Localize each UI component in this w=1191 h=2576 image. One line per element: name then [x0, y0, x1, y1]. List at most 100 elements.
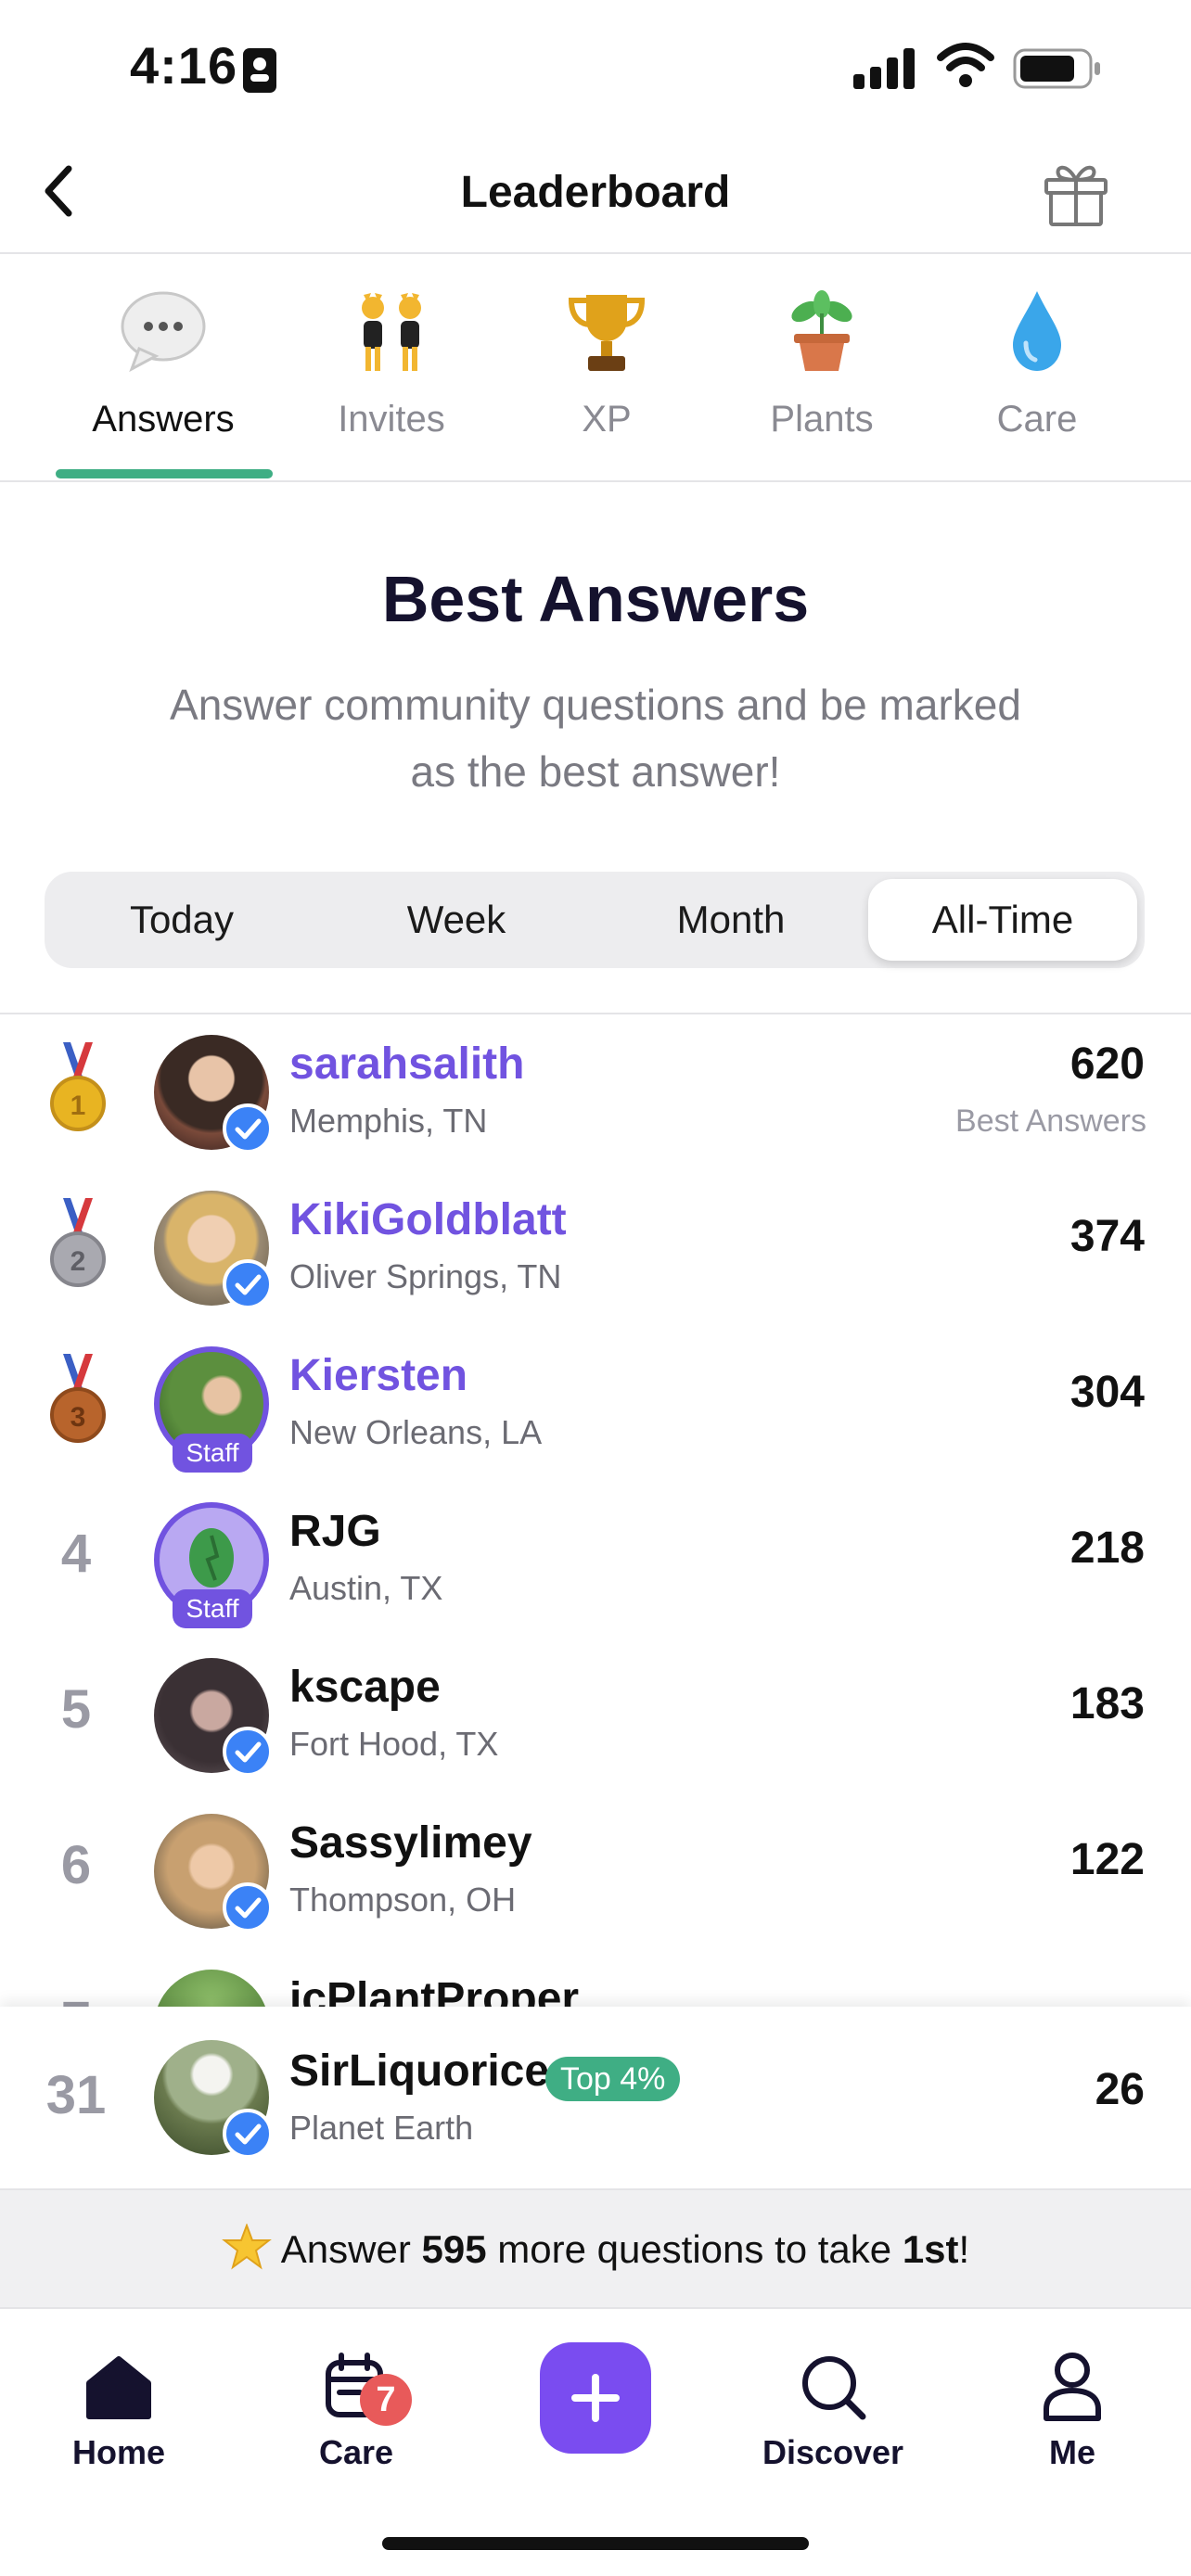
user-location: New Orleans, LA	[289, 1413, 543, 1451]
star-icon	[221, 2223, 272, 2270]
verified-badge-icon	[223, 1727, 273, 1777]
verified-badge-icon	[223, 1259, 273, 1309]
section-title: Best Answers	[381, 563, 810, 635]
user-location: Austin, TX	[289, 1569, 443, 1607]
section-subtitle: Answer community questions and be marked…	[121, 671, 1070, 805]
nav-discover[interactable]: Discover	[740, 2352, 926, 2481]
nav-home-label: Home	[71, 2433, 166, 2471]
score: 122	[1069, 1835, 1145, 1884]
user-location: Oliver Springs, TN	[289, 1257, 562, 1295]
username[interactable]: Sassylimey	[289, 1817, 532, 1868]
tab-care[interactable]: Care	[929, 256, 1145, 482]
cellular-signal-icon	[853, 46, 918, 89]
tab-care-label: Care	[996, 399, 1078, 440]
username[interactable]: Kiersten	[289, 1350, 467, 1401]
staff-badge: Staff	[173, 1589, 252, 1628]
speech-bubble-icon	[121, 291, 206, 373]
top-bar: Leaderboard	[0, 139, 1191, 254]
tab-answers-label: Answers	[92, 399, 235, 440]
banner-count: 595	[421, 2227, 487, 2271]
nav-care-label: Care	[318, 2433, 394, 2471]
verified-badge-icon	[223, 2109, 273, 2159]
status-bar: 4:16	[0, 0, 1191, 139]
verified-badge-icon	[223, 1882, 273, 1932]
leaderboard-row[interactable]: 5 kscape Fort Hood, TX 183	[0, 1638, 1191, 1793]
tab-plants[interactable]: Plants	[714, 256, 929, 482]
svg-text:3: 3	[70, 1402, 86, 1433]
score: 26	[1095, 2065, 1145, 2114]
period-selector: Today Week Month All-Time	[45, 872, 1145, 968]
score: 183	[1069, 1679, 1145, 1728]
period-all-time[interactable]: All-Time	[868, 879, 1137, 961]
gift-icon[interactable]	[1041, 158, 1111, 228]
username[interactable]: KikiGoldblatt	[289, 1194, 567, 1245]
user-location: Memphis, TN	[289, 1102, 488, 1140]
progress-message: Answer 595 more questions to take 1st!	[0, 2223, 1191, 2272]
banner-target: 1st	[902, 2227, 959, 2271]
leaderboard-row[interactable]: 6 Sassylimey Thompson, OH 122	[0, 1793, 1191, 1949]
rank-number: 7	[37, 1990, 115, 2007]
battery-icon	[1013, 48, 1100, 89]
rank-number: 31	[45, 2065, 107, 2125]
bronze-medal-icon: 3	[50, 1354, 106, 1443]
progress-banner: Answer 595 more questions to take 1st!	[0, 2188, 1191, 2309]
nav-me[interactable]: Me	[980, 2352, 1165, 2481]
home-icon	[86, 2356, 151, 2419]
notification-count-badge: 7	[360, 2374, 412, 2426]
period-week[interactable]: Week	[319, 872, 594, 968]
svg-text:2: 2	[70, 1246, 86, 1277]
tab-plants-label: Plants	[770, 399, 874, 440]
subtitle-line-1: Answer community questions and be marked	[170, 681, 1021, 729]
banner-suffix: !	[958, 2227, 970, 2271]
banner-middle: more questions to take	[486, 2227, 903, 2271]
banner-prefix: Answer	[280, 2227, 422, 2271]
nav-me-label: Me	[1048, 2433, 1095, 2471]
tab-answers[interactable]: Answers	[56, 256, 271, 482]
percentile-badge: Top 4%	[545, 2057, 681, 2101]
staff-badge: Staff	[173, 1434, 252, 1473]
leaderboard-row[interactable]: 3 Staff Kiersten New Orleans, LA 304	[0, 1326, 1191, 1482]
nav-care[interactable]: Care	[263, 2352, 449, 2481]
username[interactable]: icPlantProper	[289, 1973, 579, 2007]
score: 218	[1069, 1524, 1145, 1573]
period-today[interactable]: Today	[45, 872, 319, 968]
tab-xp[interactable]: XP	[499, 256, 714, 482]
potted-plant-icon	[791, 290, 852, 371]
period-month[interactable]: Month	[594, 872, 868, 968]
verified-badge-icon	[223, 1103, 273, 1154]
rank-number: 5	[60, 1679, 92, 1740]
username[interactable]: sarahsalith	[289, 1039, 524, 1090]
tab-invites-label: Invites	[338, 399, 445, 440]
person-icon	[1044, 2353, 1101, 2421]
leaderboard-row[interactable]: 7 icPlantProper	[0, 1949, 1191, 2007]
score: 620	[1069, 1039, 1145, 1089]
leaderboard-list[interactable]: 1 sarahsalith Memphis, TN 620 Best Answe…	[0, 1014, 1191, 2007]
active-tab-indicator	[56, 469, 273, 478]
silver-medal-icon: 2	[50, 1198, 106, 1287]
subtitle-line-2: as the best answer!	[410, 747, 781, 796]
leaderboard-row[interactable]: 1 sarahsalith Memphis, TN 620 Best Answe…	[0, 1014, 1191, 1170]
svg-text:1: 1	[70, 1090, 86, 1121]
username[interactable]: SirLiquorice	[289, 2046, 549, 2097]
username[interactable]: kscape	[289, 1662, 441, 1713]
username[interactable]: RJG	[289, 1506, 381, 1557]
add-button[interactable]	[540, 2342, 651, 2454]
page-title: Leaderboard	[460, 168, 731, 217]
status-time: 4:16	[130, 36, 238, 95]
category-tabs: Answers Invites XP Plants Care	[0, 256, 1191, 482]
rank-number: 6	[60, 1835, 92, 1895]
score: 374	[1069, 1212, 1145, 1261]
user-location: Planet Earth	[289, 2109, 474, 2147]
user-location: Fort Hood, TX	[289, 1725, 499, 1763]
nav-discover-label: Discover	[762, 2433, 904, 2471]
leaderboard-row[interactable]: 2 KikiGoldblatt Oliver Springs, TN 374	[0, 1170, 1191, 1326]
nav-home[interactable]: Home	[26, 2352, 211, 2481]
tab-invites[interactable]: Invites	[284, 256, 499, 482]
rank-number: 4	[60, 1524, 92, 1584]
current-user-row[interactable]: 31 SirLiquorice Top 4% Planet Earth 26	[0, 2007, 1191, 2188]
wifi-icon	[937, 43, 994, 87]
score-caption: Best Answers	[955, 1103, 1146, 1139]
leaderboard-row[interactable]: 4 Staff RJG Austin, TX 218	[0, 1482, 1191, 1638]
plus-icon	[571, 2374, 620, 2422]
trophy-icon	[568, 295, 646, 371]
